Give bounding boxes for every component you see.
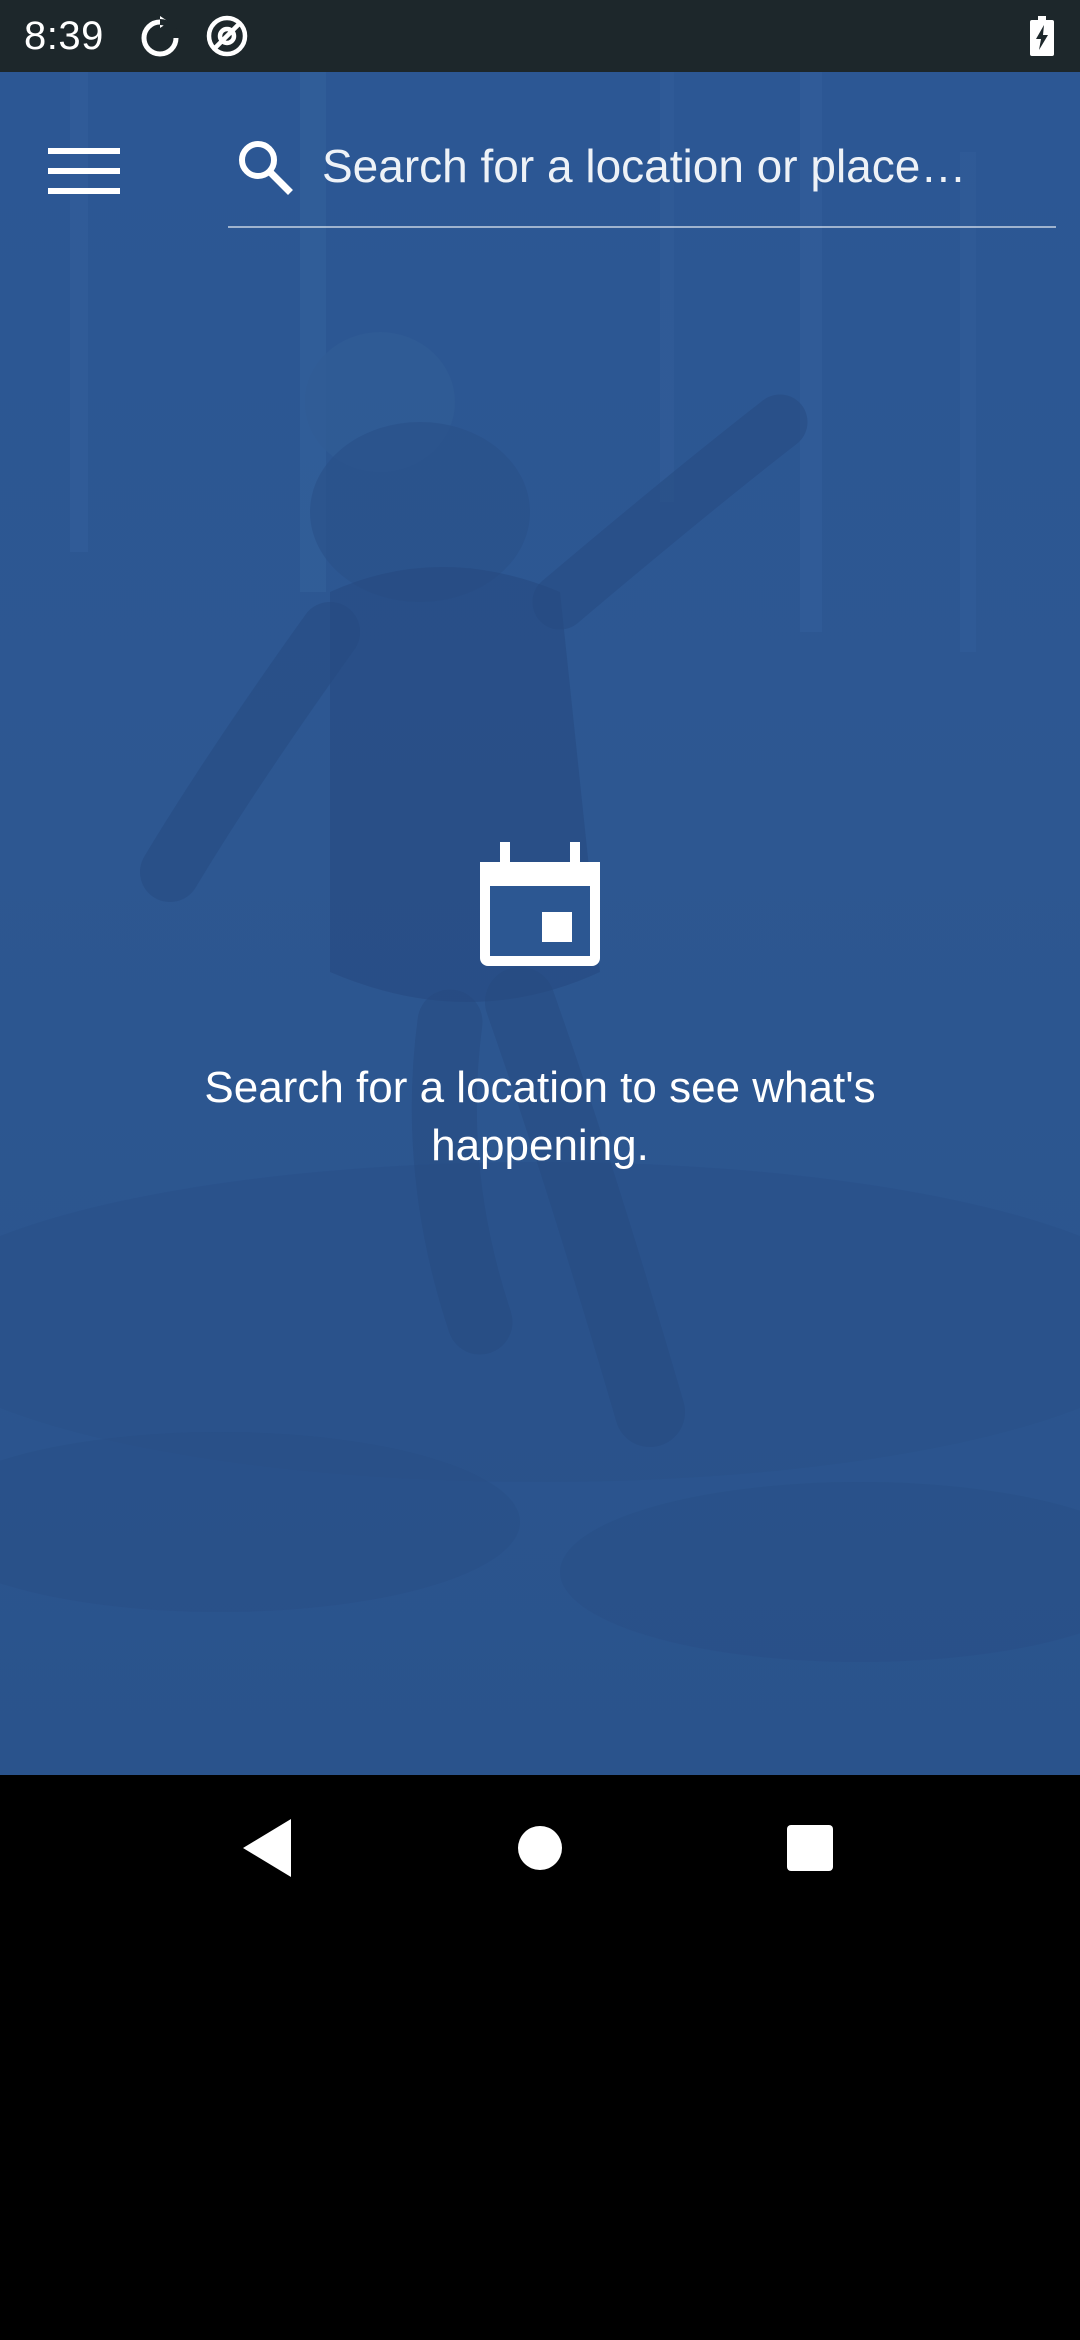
search-icon bbox=[232, 134, 296, 198]
menu-button[interactable] bbox=[30, 118, 138, 218]
home-icon[interactable] bbox=[505, 1813, 575, 1883]
battery-charging-icon bbox=[1030, 16, 1054, 56]
empty-state-message: Search for a location to see what's happ… bbox=[204, 1063, 876, 1170]
sync-icon bbox=[138, 14, 182, 58]
back-icon[interactable] bbox=[233, 1813, 303, 1883]
search-input[interactable] bbox=[322, 130, 1042, 202]
calendar-icon bbox=[476, 842, 604, 970]
status-bar: 8:39 bbox=[0, 0, 1080, 72]
hamburger-menu-icon bbox=[48, 148, 120, 194]
navigation-bar bbox=[0, 1775, 1080, 1921]
recents-icon[interactable] bbox=[775, 1813, 845, 1883]
status-time: 8:39 bbox=[24, 14, 104, 58]
at-sign-icon bbox=[205, 14, 249, 58]
search-bar[interactable] bbox=[228, 110, 1056, 228]
main-content: Search for a location to see what's happ… bbox=[0, 72, 1080, 1775]
